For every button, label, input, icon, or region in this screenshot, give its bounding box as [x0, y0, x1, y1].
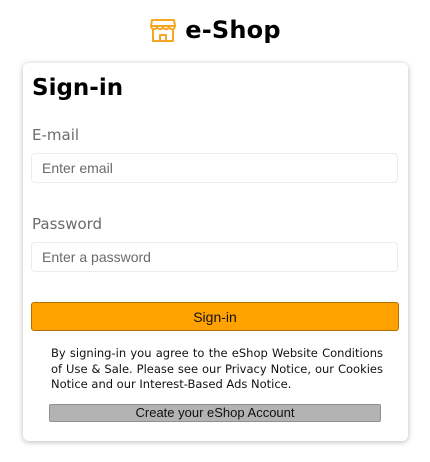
email-label: E-mail	[32, 126, 80, 144]
page-title: Sign-in	[32, 75, 124, 101]
email-field[interactable]	[31, 153, 398, 183]
app-title: e-Shop	[185, 16, 281, 44]
signin-button[interactable]: Sign-in	[31, 302, 399, 331]
password-label: Password	[32, 215, 103, 233]
terms-notice: By signing-in you agree to the eShop Web…	[51, 346, 383, 391]
signin-card: Sign-in E-mail Password Sign-in By signi…	[23, 63, 408, 441]
create-account-button[interactable]: Create your eShop Account	[49, 404, 381, 422]
storefront-icon	[150, 19, 177, 42]
header-logo: e-Shop	[0, 12, 430, 48]
password-field[interactable]	[31, 242, 398, 272]
